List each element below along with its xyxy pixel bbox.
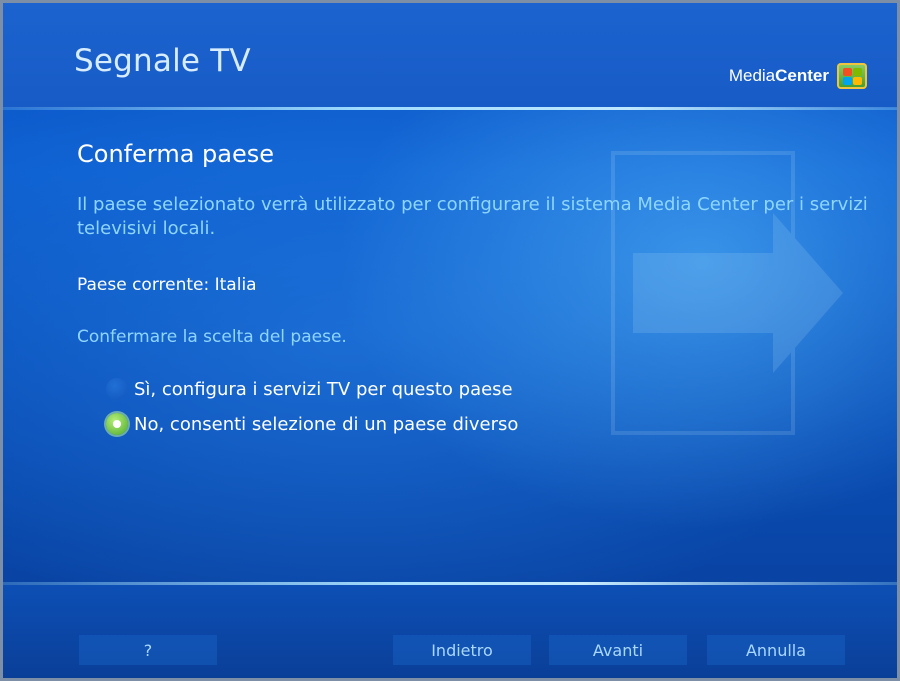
header-divider	[3, 107, 897, 110]
section-title: Conferma paese	[77, 140, 275, 168]
radio-selected-icon[interactable]	[106, 413, 128, 435]
media-center-brand: Media Center	[729, 63, 867, 89]
option-label: No, consenti selezione di un paese diver…	[134, 413, 519, 435]
option-label: Sì, configura i servizi TV per questo pa…	[134, 378, 513, 400]
decorative-arrow-icon	[611, 151, 843, 435]
current-country-label: Paese corrente: Italia	[77, 275, 257, 295]
brand-prefix: Media	[728, 66, 776, 85]
description-text: Il paese selezionato verrà utilizzato pe…	[77, 194, 868, 239]
option-choose-different-country[interactable]: No, consenti selezione di un paese diver…	[106, 413, 518, 435]
windows-flag-icon	[837, 63, 867, 89]
back-button[interactable]: Indietro	[393, 635, 531, 665]
next-button[interactable]: Avanti	[549, 635, 687, 665]
media-center-screen: Segnale TV Media Center Conferma paese Il…	[0, 0, 900, 681]
radio-unselected-icon[interactable]	[106, 378, 128, 400]
brand-suffix: Center	[775, 66, 829, 85]
confirm-prompt: Confermare la scelta del paese.	[77, 327, 347, 347]
page-title: Segnale TV	[74, 43, 251, 79]
option-confirm-country[interactable]: Sì, configura i servizi TV per questo pa…	[106, 378, 513, 400]
help-button[interactable]: ?	[79, 635, 217, 665]
cancel-button[interactable]: Annulla	[707, 635, 845, 665]
